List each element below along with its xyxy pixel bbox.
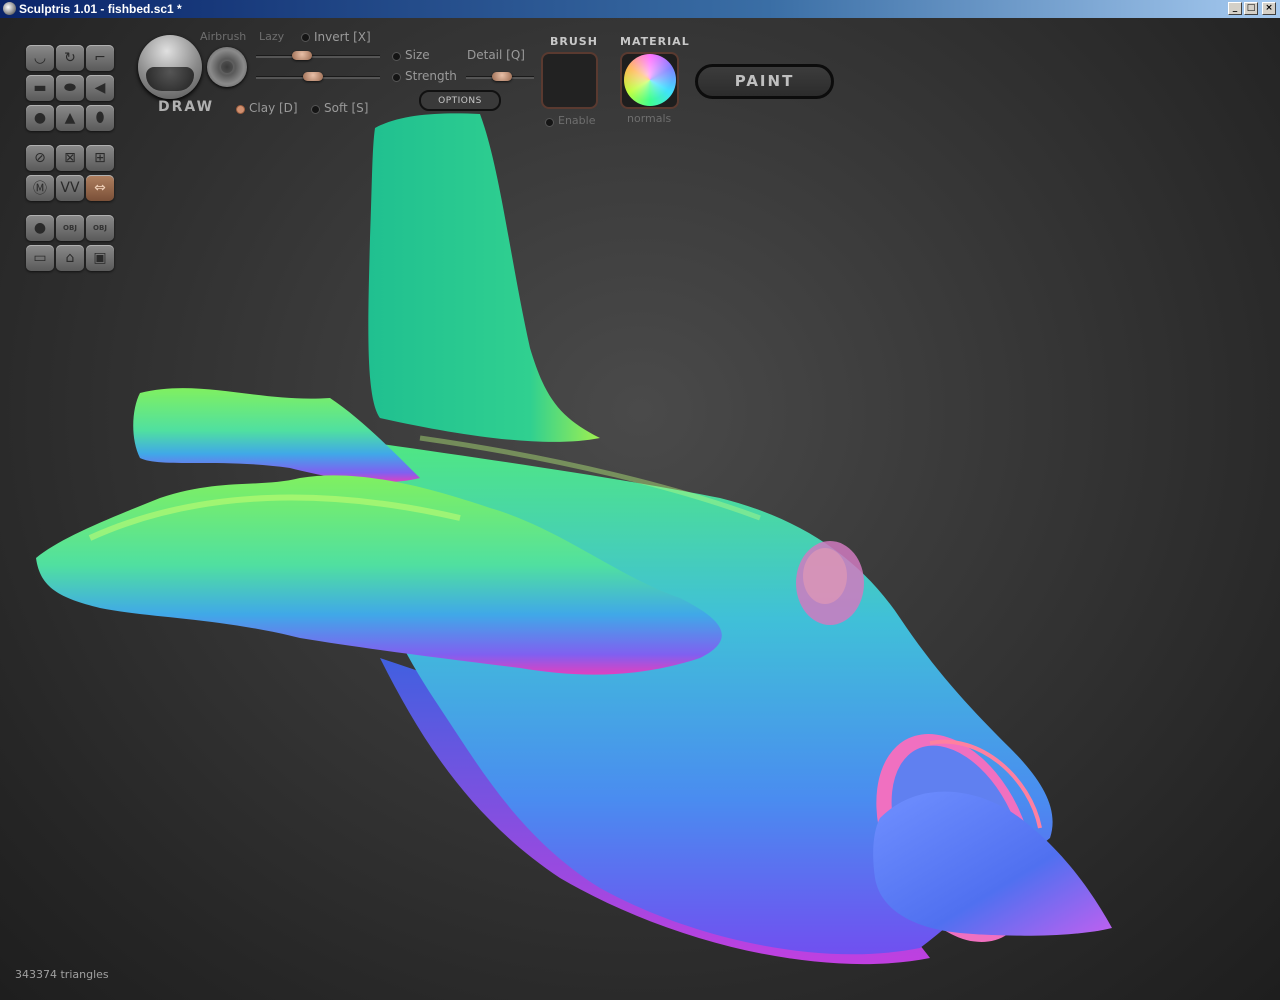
sphere-icon: ● bbox=[33, 220, 47, 236]
open-button[interactable]: ⌂ bbox=[56, 245, 84, 271]
grid-icon: ⊞ bbox=[94, 150, 106, 166]
window-title: Sculptris 1.01 - fishbed.sc1 * bbox=[19, 2, 182, 16]
inflate-tool-button[interactable]: ⬬ bbox=[56, 75, 84, 101]
mask-off-button[interactable]: ⊠ bbox=[56, 145, 84, 171]
title-bar: Sculptris 1.01 - fishbed.sc1 * _ □ × bbox=[0, 0, 1280, 18]
symmetry-button[interactable]: ⊘ bbox=[26, 145, 54, 171]
brush-preview-icon[interactable] bbox=[138, 35, 202, 99]
reduce-icon: VV bbox=[60, 180, 80, 196]
grab-icon: ● bbox=[33, 110, 47, 126]
symmetry-icon: ⊘ bbox=[34, 150, 46, 166]
inflate-icon: ⬬ bbox=[64, 80, 76, 96]
strength-toggle[interactable] bbox=[392, 73, 401, 82]
export-obj-icon: OBJ bbox=[93, 224, 107, 232]
rotate-tool-button[interactable]: ↻ bbox=[56, 45, 84, 71]
crease-icon: ⬮ bbox=[95, 110, 105, 126]
sculpt-mesh[interactable] bbox=[0, 18, 1280, 1000]
mirror-button[interactable]: ⇔ bbox=[86, 175, 114, 201]
draw-icon: ◡ bbox=[33, 50, 47, 66]
pinch-icon: ◀ bbox=[94, 80, 106, 96]
material-header: MATERIAL bbox=[620, 35, 690, 48]
viewport[interactable]: ◡ ↻ ⌐ ▬ ⬬ ◀ ● ▲ ⬮ ⊘ ⊠ ⊞ Ⓜ VV ⇔ ● OBJ OBJ… bbox=[0, 18, 1280, 1000]
new-sphere-button[interactable]: ● bbox=[26, 215, 54, 241]
airbrush-toggle-icon[interactable] bbox=[207, 47, 247, 87]
pinch-tool-button[interactable]: ◀ bbox=[86, 75, 114, 101]
clay-toggle[interactable] bbox=[236, 105, 245, 114]
triangle-count: 343374 triangles bbox=[15, 968, 109, 981]
save-button[interactable]: ▣ bbox=[86, 245, 114, 271]
grid-button[interactable]: ⊞ bbox=[86, 145, 114, 171]
invert-toggle[interactable] bbox=[301, 33, 310, 42]
material-swatch[interactable] bbox=[620, 52, 679, 109]
import-obj-button[interactable]: OBJ bbox=[56, 215, 84, 241]
mask-off-icon: ⊠ bbox=[64, 150, 76, 166]
rotate-icon: ↻ bbox=[64, 50, 76, 66]
lazy-label: Lazy bbox=[259, 30, 285, 43]
size-label: Size bbox=[405, 48, 430, 62]
detail-slider-knob[interactable] bbox=[492, 72, 513, 81]
flatten-tool-button[interactable]: ▬ bbox=[26, 75, 54, 101]
import-obj-icon: OBJ bbox=[63, 224, 77, 232]
material-name: normals bbox=[627, 112, 672, 125]
strength-slider-knob[interactable] bbox=[302, 72, 323, 81]
wireframe-button[interactable]: Ⓜ bbox=[26, 175, 54, 201]
enable-label: Enable bbox=[558, 114, 596, 127]
brush-name: DRAW bbox=[158, 99, 215, 115]
open-icon: ⌂ bbox=[65, 250, 75, 266]
strength-label: Strength bbox=[405, 69, 457, 83]
wireframe-icon: Ⓜ bbox=[33, 181, 47, 197]
soft-label: Soft [S] bbox=[324, 101, 369, 115]
brush-texture-swatch[interactable] bbox=[541, 52, 598, 109]
new-plane-button[interactable]: ▭ bbox=[26, 245, 54, 271]
enable-toggle[interactable] bbox=[545, 118, 554, 127]
crease-tool-button[interactable]: ⬮ bbox=[86, 105, 114, 131]
soft-toggle[interactable] bbox=[311, 105, 320, 114]
plane-icon: ▭ bbox=[33, 250, 47, 266]
size-slider-track[interactable] bbox=[256, 55, 380, 58]
size-toggle[interactable] bbox=[392, 52, 401, 61]
maximize-button[interactable]: □ bbox=[1244, 2, 1258, 15]
crop-tool-button[interactable]: ⌐ bbox=[86, 45, 114, 71]
grab-tool-button[interactable]: ● bbox=[26, 105, 54, 131]
detail-label: Detail [Q] bbox=[467, 48, 525, 62]
close-button[interactable]: × bbox=[1262, 2, 1276, 15]
paint-button[interactable]: PAINT bbox=[695, 64, 834, 99]
invert-label: Invert [X] bbox=[314, 30, 371, 44]
export-obj-button[interactable]: OBJ bbox=[86, 215, 114, 241]
options-button[interactable]: OPTIONS bbox=[419, 90, 501, 111]
mirror-icon: ⇔ bbox=[94, 180, 106, 196]
airbrush-label: Airbrush bbox=[200, 30, 247, 43]
reduce-button[interactable]: VV bbox=[56, 175, 84, 201]
draw-tool-button[interactable]: ◡ bbox=[26, 45, 54, 71]
size-slider-knob[interactable] bbox=[292, 51, 313, 60]
crop-icon: ⌐ bbox=[94, 50, 106, 66]
minimize-button[interactable]: _ bbox=[1228, 2, 1242, 15]
clay-label: Clay [D] bbox=[249, 101, 298, 115]
brush-header: BRUSH bbox=[550, 35, 598, 48]
save-icon: ▣ bbox=[93, 250, 107, 266]
smooth-icon: ▲ bbox=[64, 110, 76, 126]
smooth-tool-button[interactable]: ▲ bbox=[56, 105, 84, 131]
flatten-icon: ▬ bbox=[33, 80, 47, 96]
app-icon bbox=[3, 2, 16, 15]
